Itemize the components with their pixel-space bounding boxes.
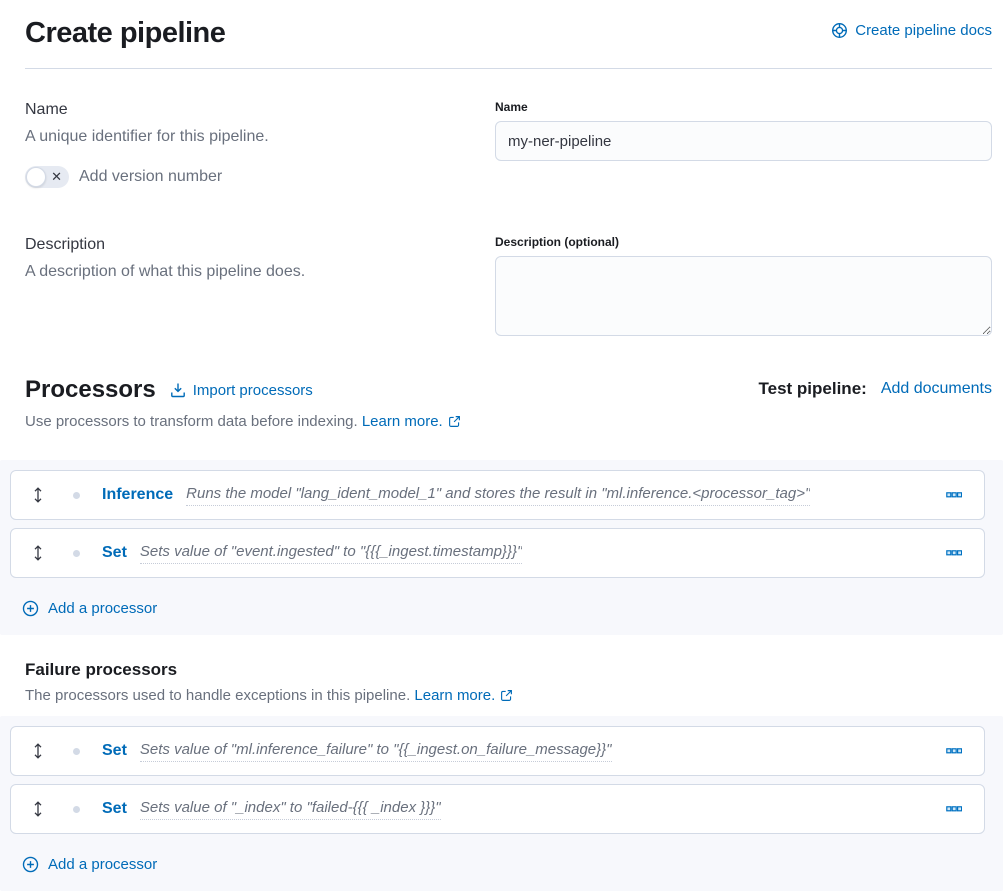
processors-header-left: Processors Import processors Use process… [25, 375, 461, 432]
processor-menu-button[interactable] [942, 744, 966, 758]
processors-subtitle: Use processors to transform data before … [25, 411, 461, 432]
processor-name-link[interactable]: Set [102, 800, 127, 818]
bullet-dot-icon [73, 492, 80, 499]
bullet-dot-icon [73, 806, 80, 813]
external-link-icon [500, 689, 513, 702]
processor-name-link[interactable]: Inference [102, 486, 173, 504]
processors-header: Processors Import processors Use process… [25, 375, 992, 432]
failure-processors-title: Failure processors [25, 659, 992, 681]
test-pipeline-line: Test pipeline: Add documents [759, 379, 993, 399]
description-form-row: Description A description of what this p… [25, 234, 992, 341]
docs-link-label: Create pipeline docs [855, 22, 992, 39]
external-link-icon [448, 415, 461, 428]
failure-learn-more-link[interactable]: Learn more. [414, 685, 513, 706]
import-tray-icon [170, 382, 186, 398]
processor-menu-button[interactable] [942, 488, 966, 502]
processor-description[interactable]: Runs the model "lang_ident_model_1" and … [186, 485, 810, 506]
plus-circle-icon [22, 856, 39, 873]
processor-description[interactable]: Sets value of "_index" to "failed-{{{ _i… [140, 799, 441, 820]
failure-processor-row-set-2: Set Sets value of "_index" to "failed-{{… [10, 784, 985, 834]
add-processor-button[interactable]: Add a processor [22, 600, 157, 617]
description-row-title: Description [25, 234, 470, 256]
name-row-title: Name [25, 99, 470, 121]
failure-processors-panel: Set Sets value of "ml.inference_failure"… [0, 716, 1003, 891]
processor-menu-button[interactable] [942, 802, 966, 816]
drag-handle-icon[interactable] [31, 544, 45, 562]
processors-learn-more-link[interactable]: Learn more. [362, 411, 461, 432]
version-toggle-line: ✕ Add version number [25, 166, 470, 188]
name-row-info: Name A unique identifier for this pipeli… [25, 99, 495, 188]
test-pipeline-label: Test pipeline: [759, 379, 867, 399]
bullet-dot-icon [73, 550, 80, 557]
processor-description[interactable]: Sets value of "ml.inference_failure" to … [140, 741, 612, 762]
name-field-col: Name [495, 99, 992, 188]
drag-handle-icon[interactable] [31, 486, 45, 504]
processors-title: Processors [25, 375, 156, 405]
description-field-col: Description (optional) [495, 234, 992, 341]
description-row-info: Description A description of what this p… [25, 234, 495, 341]
failure-processor-row-set-1: Set Sets value of "ml.inference_failure"… [10, 726, 985, 776]
add-documents-link[interactable]: Add documents [881, 380, 992, 398]
learn-more-label: Learn more. [362, 411, 443, 432]
learn-more-label: Learn more. [414, 685, 495, 706]
pipeline-description-textarea[interactable] [495, 256, 992, 336]
bullet-dot-icon [73, 748, 80, 755]
name-form-row: Name A unique identifier for this pipeli… [25, 99, 992, 188]
processor-description[interactable]: Sets value of "event.ingested" to "{{{_i… [140, 543, 522, 564]
header-divider [25, 68, 992, 69]
name-field-label: Name [495, 99, 992, 115]
description-row-help: A description of what this pipeline does… [25, 261, 470, 283]
processor-name-link[interactable]: Set [102, 544, 127, 562]
add-failure-processor-button[interactable]: Add a processor [22, 856, 157, 873]
drag-handle-icon[interactable] [31, 800, 45, 818]
add-version-toggle[interactable]: ✕ [25, 166, 69, 188]
version-toggle-label: Add version number [79, 168, 222, 186]
cross-mark-icon: ✕ [51, 170, 62, 183]
failure-subtitle-text: The processors used to handle exceptions… [25, 687, 410, 704]
lifebuoy-docs-icon [831, 22, 848, 39]
toggle-knob [26, 167, 46, 187]
plus-circle-icon [22, 600, 39, 617]
failure-processors-subtitle: The processors used to handle exceptions… [25, 685, 992, 706]
name-row-help: A unique identifier for this pipeline. [25, 126, 470, 148]
create-pipeline-page: Create pipeline Create pipeline docs Nam… [0, 0, 1003, 891]
page-header: Create pipeline Create pipeline docs [25, 14, 992, 52]
import-processors-link[interactable]: Import processors [170, 382, 313, 399]
drag-handle-icon[interactable] [31, 742, 45, 760]
page-title: Create pipeline [25, 14, 225, 52]
processors-title-line: Processors Import processors [25, 375, 461, 405]
processor-menu-button[interactable] [942, 546, 966, 560]
create-pipeline-docs-link[interactable]: Create pipeline docs [831, 22, 992, 39]
processors-panel: Inference Runs the model "lang_ident_mod… [0, 460, 1003, 635]
processors-subtitle-text: Use processors to transform data before … [25, 413, 358, 430]
pipeline-name-input[interactable] [495, 121, 992, 161]
description-field-label: Description (optional) [495, 234, 992, 250]
import-processors-label: Import processors [193, 382, 313, 399]
add-processor-label: Add a processor [48, 600, 157, 617]
processor-row-inference: Inference Runs the model "lang_ident_mod… [10, 470, 985, 520]
add-processor-label: Add a processor [48, 856, 157, 873]
processor-name-link[interactable]: Set [102, 742, 127, 760]
processor-row-set: Set Sets value of "event.ingested" to "{… [10, 528, 985, 578]
